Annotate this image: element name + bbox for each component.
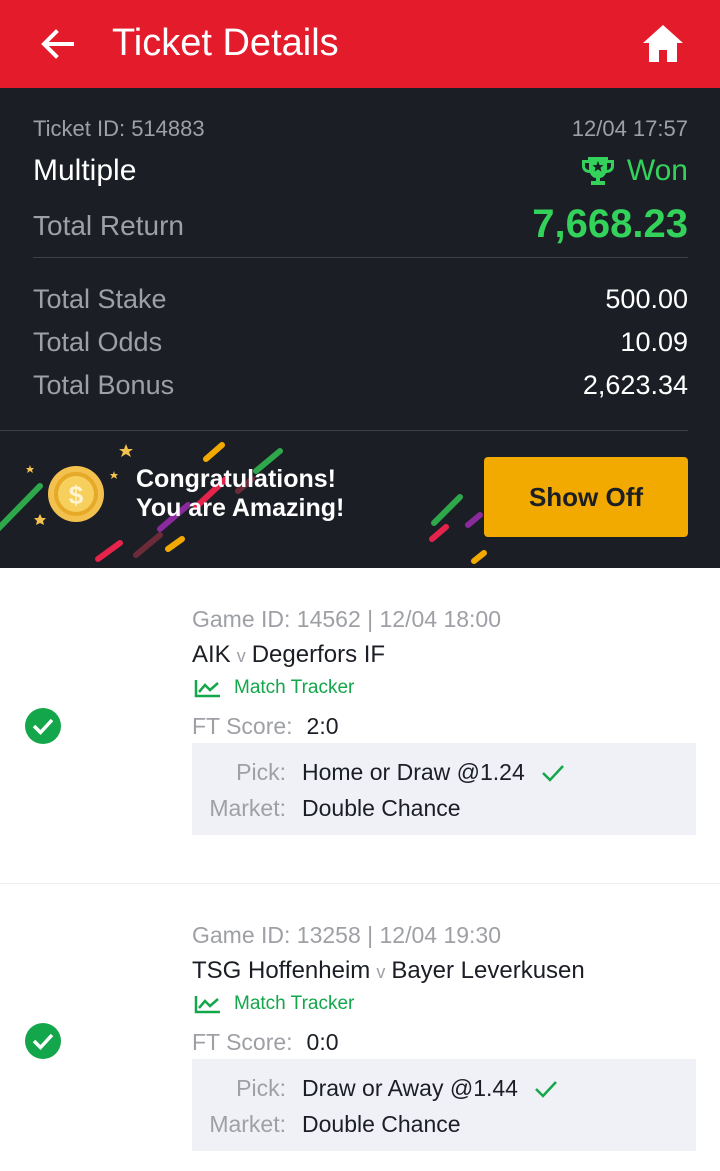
market-value: Double Chance	[302, 1111, 461, 1137]
check-circle-icon	[25, 708, 61, 744]
ticket-type: Multiple	[33, 154, 137, 187]
game-meta: Game ID: 13258 | 12/04 19:30	[192, 922, 502, 948]
pick-box: Pick: Draw or Away @1.44 Market: Double …	[192, 1059, 696, 1151]
ft-score-label: FT Score:	[192, 713, 293, 739]
checkmark-icon	[535, 1080, 557, 1098]
ticket-summary: Ticket ID: 514883 12/04 17:57 Multiple W…	[0, 88, 720, 568]
match-tracker-link[interactable]: Match Tracker	[194, 993, 354, 1015]
chart-line-icon	[194, 996, 220, 1014]
versus-label: v	[236, 646, 246, 666]
ticket-id: Ticket ID: 514883	[33, 116, 205, 141]
back-button[interactable]	[36, 22, 80, 66]
ft-score-value: 2:0	[306, 713, 339, 739]
total-stake-row: Total Stake 500.00	[33, 284, 688, 318]
home-team: TSG Hoffenheim	[192, 957, 371, 984]
ft-score-label: FT Score:	[192, 1029, 293, 1055]
trophy-icon	[581, 157, 614, 185]
total-stake-value: 500.00	[605, 284, 688, 314]
market-label: Market:	[209, 1111, 286, 1137]
ft-score-row: FT Score: 0:0	[192, 1029, 339, 1056]
match-tracker-label: Match Tracker	[234, 677, 355, 698]
away-team: Degerfors IF	[251, 641, 386, 668]
match-tracker-link[interactable]: Match Tracker	[194, 677, 354, 699]
total-bonus-label: Total Bonus	[33, 370, 175, 400]
check-circle-icon	[25, 1023, 61, 1059]
pick-value-row: Draw or Away @1.44	[302, 1075, 558, 1102]
total-return-row: Total Return 7,668.23	[33, 202, 688, 250]
ticket-datetime: 12/04 17:57	[571, 116, 688, 141]
total-bonus-row: Total Bonus 2,623.34	[33, 370, 688, 404]
show-off-button[interactable]: Show Off	[484, 457, 688, 537]
arrow-left-icon	[41, 29, 74, 59]
match-teams: AIK v Degerfors IF	[192, 641, 385, 669]
pick-value-row: Home or Draw @1.24	[302, 759, 565, 786]
chart-line-icon	[194, 680, 220, 698]
status-text: Won	[626, 154, 688, 187]
market-value: Double Chance	[302, 795, 461, 821]
total-bonus-value: 2,623.34	[582, 370, 688, 400]
versus-label: v	[376, 962, 386, 982]
home-icon	[643, 25, 683, 62]
total-return-value: 7,668.23	[532, 202, 688, 246]
pick-box: Pick: Home or Draw @1.24 Market: Double …	[192, 743, 696, 835]
congrats-text: Congratulations! You are Amazing!	[136, 465, 344, 523]
home-team: AIK	[192, 641, 231, 668]
total-odds-label: Total Odds	[33, 327, 163, 357]
ft-score-row: FT Score: 2:0	[192, 713, 339, 740]
match-teams: TSG Hoffenheim v Bayer Leverkusen	[192, 957, 585, 985]
total-odds-row: Total Odds 10.09	[33, 327, 688, 361]
page-title: Ticket Details	[112, 22, 339, 64]
congrats-line-2: You are Amazing!	[136, 494, 345, 522]
divider	[33, 257, 688, 258]
market-label: Market:	[209, 795, 286, 821]
total-return-label: Total Return	[33, 210, 184, 241]
match-tracker-label: Match Tracker	[234, 993, 355, 1014]
status-badge: Won	[581, 154, 688, 188]
game-item: Game ID: 14562 | 12/04 18:00 AIK v Degerfo…	[0, 568, 720, 884]
pick-label: Pick:	[236, 759, 286, 785]
pick-label: Pick:	[236, 1075, 286, 1101]
congrats-banner: $ Congratulations! You are Amazing! Show…	[0, 431, 720, 568]
coin-icon: $	[48, 466, 104, 522]
checkmark-icon	[541, 764, 564, 782]
game-item: Game ID: 13258 | 12/04 19:30 TSG Hoffenh…	[0, 884, 720, 1171]
pick-value: Draw or Away @1.44	[302, 1075, 518, 1101]
away-team: Bayer Leverkusen	[391, 957, 585, 984]
game-meta: Game ID: 14562 | 12/04 18:00	[192, 606, 502, 632]
total-odds-value: 10.09	[620, 327, 688, 357]
ft-score-value: 0:0	[306, 1029, 339, 1055]
pick-value: Home or Draw @1.24	[302, 759, 525, 785]
ticket-id-row: Ticket ID: 514883 12/04 17:57	[33, 116, 688, 142]
total-stake-label: Total Stake	[33, 284, 167, 314]
ticket-type-row: Multiple Won	[33, 154, 688, 188]
home-button[interactable]	[640, 22, 686, 66]
congrats-line-1: Congratulations!	[136, 465, 336, 493]
top-bar: Ticket Details	[0, 0, 720, 88]
svg-text:$: $	[69, 480, 84, 510]
